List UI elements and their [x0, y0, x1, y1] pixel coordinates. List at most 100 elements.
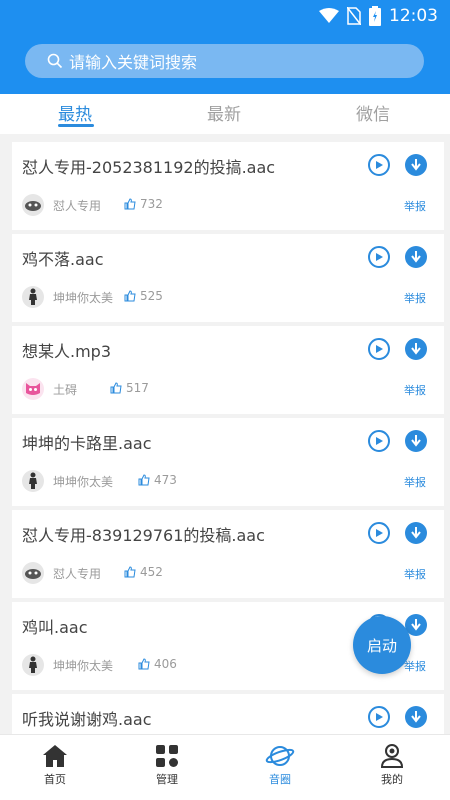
play-icon — [376, 345, 383, 353]
likes-count: 452 — [140, 565, 163, 579]
cat-avatar-icon — [22, 562, 44, 584]
search-placeholder: 请输入关键词搜索 — [69, 53, 198, 72]
likes-count: 732 — [140, 197, 163, 211]
download-arrow-icon — [411, 251, 421, 263]
item-likes: 517 — [110, 381, 149, 395]
planet-icon — [265, 746, 295, 766]
item-title: 怼人专用-2052381192的投搞.aac — [22, 158, 276, 177]
list-item[interactable]: 鸡不落.aac 坤坤你太美 525 举报 — [12, 234, 444, 322]
no-sim-icon — [347, 7, 361, 25]
thumb-icon — [110, 382, 122, 394]
figure-avatar-icon — [22, 286, 44, 308]
tab-wechat[interactable]: 微信 — [356, 100, 390, 125]
thumb-icon — [138, 658, 150, 670]
thumb-icon — [124, 566, 136, 578]
item-likes: 473 — [138, 473, 177, 487]
tab-active-indicator — [58, 124, 94, 127]
item-likes: 452 — [124, 565, 163, 579]
item-likes: 525 — [124, 289, 163, 303]
search-icon — [47, 53, 63, 69]
play-button[interactable] — [368, 706, 390, 728]
download-button[interactable] — [405, 522, 427, 544]
list-item[interactable]: 想某人.mp3 土碍 517 举报 — [12, 326, 444, 414]
item-author: 怼人专用 — [53, 199, 102, 213]
pink-monster-avatar-icon — [22, 378, 44, 400]
item-author: 坤坤你太美 — [53, 291, 114, 305]
figure-avatar-icon — [22, 470, 44, 492]
report-link[interactable]: 举报 — [404, 198, 426, 214]
play-icon — [376, 161, 383, 169]
likes-count: 406 — [154, 657, 177, 671]
download-arrow-icon — [411, 435, 421, 447]
thumb-icon — [124, 290, 136, 302]
report-link[interactable]: 举报 — [404, 474, 426, 490]
play-button[interactable] — [368, 430, 390, 452]
play-button[interactable] — [368, 154, 390, 176]
search-input[interactable]: 请输入关键词搜索 — [25, 44, 424, 78]
item-likes: 406 — [138, 657, 177, 671]
item-title: 听我说谢谢鸡.aac — [22, 710, 152, 729]
download-button[interactable] — [405, 430, 427, 452]
download-button[interactable] — [405, 246, 427, 268]
download-arrow-icon — [411, 343, 421, 355]
item-title: 鸡不落.aac — [22, 250, 104, 269]
nav-sound-circle-label: 音圈 — [269, 773, 291, 786]
nav-sound-circle[interactable]: 音圈 — [245, 741, 315, 787]
wifi-icon — [319, 8, 339, 23]
item-author: 坤坤你太美 — [53, 659, 114, 673]
likes-count: 525 — [140, 289, 163, 303]
nav-manage[interactable]: 管理 — [132, 741, 202, 787]
download-arrow-icon — [411, 619, 421, 631]
play-icon — [376, 713, 383, 721]
likes-count: 517 — [126, 381, 149, 395]
download-arrow-icon — [411, 159, 421, 171]
item-title: 坤坤的卡路里.aac — [22, 434, 152, 453]
status-bar: 12:03 — [0, 0, 450, 32]
thumb-icon — [138, 474, 150, 486]
bottom-nav: 首页 管理 音圈 我的 — [0, 734, 450, 800]
play-button[interactable] — [368, 522, 390, 544]
list-item[interactable]: 怼人专用-839129761的投稿.aac 怼人专用 452 举报 — [12, 510, 444, 598]
report-link[interactable]: 举报 — [404, 566, 426, 582]
report-link[interactable]: 举报 — [404, 658, 426, 674]
nav-home[interactable]: 首页 — [20, 741, 90, 787]
download-arrow-icon — [411, 527, 421, 539]
thumb-icon — [124, 198, 136, 210]
home-icon — [43, 745, 67, 767]
tab-newest[interactable]: 最新 — [207, 100, 241, 125]
item-author: 怼人专用 — [53, 567, 102, 581]
cat-avatar-icon — [22, 194, 44, 216]
download-button[interactable] — [405, 154, 427, 176]
report-link[interactable]: 举报 — [404, 382, 426, 398]
item-author: 坤坤你太美 — [53, 475, 114, 489]
play-button[interactable] — [368, 338, 390, 360]
user-icon — [380, 744, 404, 768]
nav-manage-label: 管理 — [156, 773, 178, 786]
nav-home-label: 首页 — [44, 773, 66, 786]
play-icon — [376, 529, 383, 537]
item-likes: 732 — [124, 197, 163, 211]
nav-profile-label: 我的 — [381, 773, 403, 786]
download-arrow-icon — [411, 711, 421, 723]
launch-fab-button[interactable]: 启动 — [353, 616, 411, 674]
list-item[interactable]: 听我说谢谢鸡.aac — [12, 694, 444, 734]
tab-hottest[interactable]: 最热 — [58, 100, 92, 125]
item-title: 怼人专用-839129761的投稿.aac — [22, 526, 265, 545]
play-button[interactable] — [368, 246, 390, 268]
clock-time: 12:03 — [389, 6, 438, 26]
grid-icon — [156, 745, 178, 767]
item-title: 想某人.mp3 — [22, 342, 112, 361]
item-author: 土碍 — [53, 383, 78, 397]
list-item[interactable]: 怼人专用-2052381192的投搞.aac 怼人专用 732 举报 — [12, 142, 444, 230]
app-header: 12:03 请输入关键词搜索 — [0, 0, 450, 94]
item-title: 鸡叫.aac — [22, 618, 88, 637]
report-link[interactable]: 举报 — [404, 290, 426, 306]
battery-icon — [369, 6, 381, 26]
list-item[interactable]: 坤坤的卡路里.aac 坤坤你太美 473 举报 — [12, 418, 444, 506]
download-button[interactable] — [405, 338, 427, 360]
figure-avatar-icon — [22, 654, 44, 676]
play-icon — [376, 253, 383, 261]
likes-count: 473 — [154, 473, 177, 487]
download-button[interactable] — [405, 706, 427, 728]
nav-profile[interactable]: 我的 — [357, 741, 427, 787]
